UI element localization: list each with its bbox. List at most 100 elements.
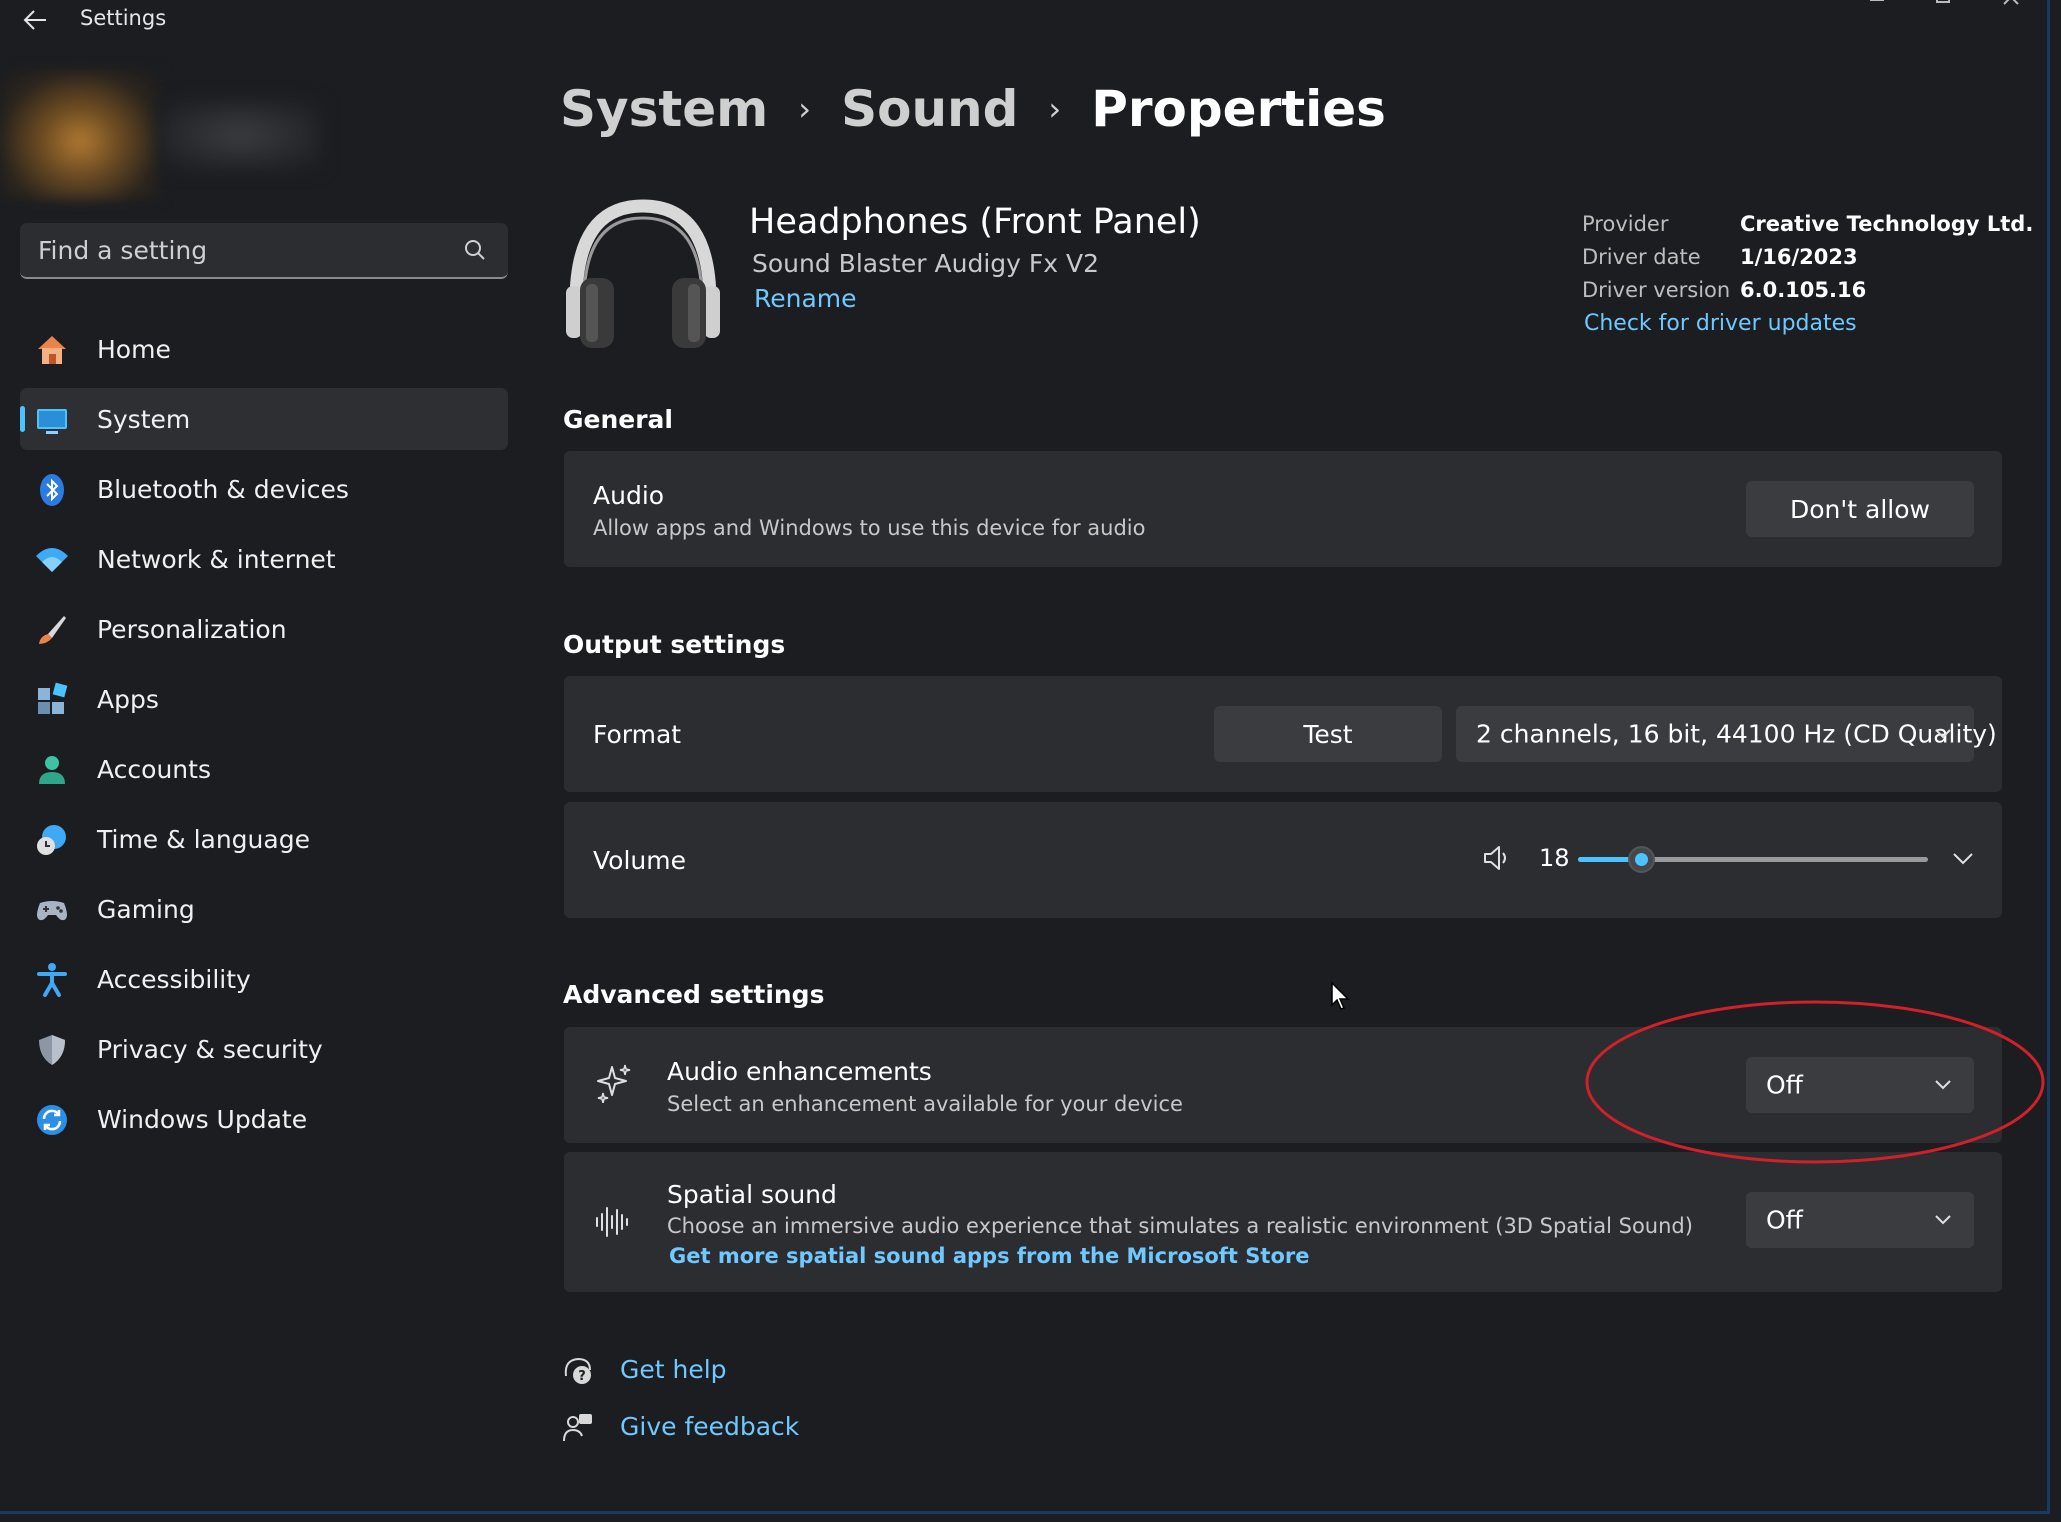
search-box[interactable]: [20, 223, 508, 279]
annotation-ellipse: [1585, 1000, 2045, 1164]
title-bar: Settings: [0, 0, 2047, 40]
volume-slider-thumb[interactable]: [1628, 846, 1655, 873]
clock-globe-icon: [37, 825, 66, 855]
audio-enhancements-title: Audio enhancements: [667, 1057, 932, 1086]
sidebar-item-label: Time & language: [97, 824, 310, 854]
driver-date-label: Driver date: [1582, 245, 1701, 269]
sidebar-item-bluetooth[interactable]: Bluetooth & devices: [20, 458, 508, 520]
driver-version-label: Driver version: [1582, 278, 1731, 302]
sidebar-item-label: Windows Update: [97, 1104, 308, 1134]
sidebar-item-apps[interactable]: Apps: [20, 668, 508, 730]
mouse-cursor-icon: [1331, 981, 1350, 1010]
give-feedback-link[interactable]: Give feedback: [620, 1412, 799, 1441]
sidebar-item-personalization[interactable]: Personalization: [20, 598, 508, 660]
chevron-down-icon: [1935, 729, 1951, 739]
advanced-settings-heading: Advanced settings: [563, 980, 825, 1009]
headphones-icon: [566, 199, 720, 348]
provider-value: Creative Technology Ltd.: [1740, 212, 2034, 236]
check-driver-updates-link[interactable]: Check for driver updates: [1584, 311, 1857, 336]
volume-slider[interactable]: [1578, 846, 1928, 873]
device-name: Headphones (Front Panel): [749, 202, 1201, 242]
bluetooth-icon: [40, 474, 64, 506]
sidebar-item-privacy[interactable]: Privacy & security: [20, 1018, 508, 1080]
home-icon: [38, 336, 66, 364]
audio-enhancements-description: Select an enhancement available for your…: [667, 1092, 1183, 1116]
audio-description: Allow apps and Windows to use this devic…: [593, 516, 1146, 540]
search-input[interactable]: [38, 223, 438, 277]
maximize-icon[interactable]: [1928, 0, 1958, 14]
sidebar-item-accessibility[interactable]: Accessibility: [20, 948, 508, 1010]
format-label: Format: [593, 720, 682, 749]
output-settings-heading: Output settings: [563, 630, 786, 659]
give-feedback-icon: [563, 1414, 592, 1442]
driver-date-value: 1/16/2023: [1740, 245, 1858, 269]
format-card: Format Test 2 channels, 16 bit, 44100 Hz…: [564, 676, 2002, 792]
sidebar-item-home[interactable]: Home: [20, 318, 508, 380]
get-help-icon: ?: [564, 1357, 591, 1384]
breadcrumb-sound[interactable]: Sound: [841, 80, 1018, 138]
sidebar-item-label: Network & internet: [97, 544, 336, 574]
spatial-sound-title: Spatial sound: [667, 1180, 837, 1209]
test-button[interactable]: Test: [1214, 706, 1442, 762]
driver-version-value: 6.0.105.16: [1740, 278, 1867, 302]
update-icon: [37, 1105, 67, 1135]
dont-allow-button[interactable]: Don't allow: [1746, 481, 1974, 537]
spatial-sound-dropdown[interactable]: Off: [1746, 1192, 1974, 1248]
microsoft-store-link[interactable]: Get more spatial sound apps from the Mic…: [669, 1244, 1309, 1268]
sidebar-nav: Home System Bluetooth & devices Network …: [20, 318, 508, 1158]
window-title: Settings: [80, 6, 167, 30]
settings-window: Settings Home: [0, 0, 2050, 1514]
page-title: Properties: [1091, 80, 1386, 138]
device-subtitle: Sound Blaster Audigy Fx V2: [752, 249, 1100, 278]
spatial-sound-description: Choose an immersive audio experience tha…: [667, 1214, 1693, 1238]
volume-expand-chevron-icon[interactable]: [1952, 852, 1974, 866]
sidebar-item-label: System: [97, 404, 191, 434]
breadcrumb-system[interactable]: System: [560, 80, 768, 138]
breadcrumb: System › Sound › Properties: [560, 76, 1386, 142]
sidebar-item-label: Gaming: [97, 894, 195, 924]
sidebar-item-label: Bluetooth & devices: [97, 474, 349, 504]
volume-label: Volume: [593, 846, 686, 875]
sidebar-item-gaming[interactable]: Gaming: [20, 878, 508, 940]
spatial-sound-value: Off: [1766, 1205, 1803, 1235]
wifi-icon: [36, 548, 68, 572]
minimize-icon[interactable]: [1862, 0, 1892, 14]
back-arrow-icon[interactable]: [18, 4, 52, 36]
sidebar-item-accounts[interactable]: Accounts: [20, 738, 508, 800]
volume-value: 18: [1539, 844, 1570, 872]
format-dropdown-value: 2 channels, 16 bit, 44100 Hz (CD Quality…: [1476, 719, 1997, 749]
apps-icon: [38, 682, 68, 714]
get-help-link[interactable]: Get help: [620, 1355, 727, 1384]
sidebar-item-label: Accounts: [97, 754, 211, 784]
user-profile[interactable]: [0, 70, 340, 200]
avatar: [0, 70, 160, 200]
sidebar-item-label: Personalization: [97, 614, 287, 644]
sidebar-item-system[interactable]: System: [20, 388, 508, 450]
general-heading: General: [563, 405, 673, 434]
breadcrumb-separator: ›: [798, 90, 812, 128]
close-icon[interactable]: [1996, 0, 2026, 14]
sidebar-item-label: Apps: [97, 684, 159, 714]
sidebar-item-label: Home: [97, 334, 171, 364]
sound-wave-icon: [596, 1207, 628, 1237]
audio-title: Audio: [593, 481, 665, 510]
provider-label: Provider: [1582, 212, 1669, 236]
sidebar-item-network[interactable]: Network & internet: [20, 528, 508, 590]
audio-card: Audio Allow apps and Windows to use this…: [564, 451, 2002, 567]
spatial-sound-card: Spatial sound Choose an immersive audio …: [564, 1152, 2002, 1292]
breadcrumb-separator: ›: [1048, 90, 1062, 128]
sidebar-item-label: Accessibility: [97, 964, 251, 994]
sidebar-item-label: Privacy & security: [97, 1034, 323, 1064]
chevron-down-icon: [1935, 1215, 1951, 1225]
sparkle-icon: [597, 1064, 631, 1103]
sidebar-item-time-language[interactable]: Time & language: [20, 808, 508, 870]
shield-icon: [39, 1035, 65, 1065]
brush-icon: [39, 616, 66, 644]
rename-link[interactable]: Rename: [754, 284, 857, 313]
search-icon[interactable]: [462, 237, 488, 263]
accounts-icon: [39, 756, 65, 784]
svg-text:?: ?: [578, 1369, 586, 1384]
format-dropdown[interactable]: 2 channels, 16 bit, 44100 Hz (CD Quality…: [1456, 706, 1997, 762]
speaker-icon[interactable]: [1482, 844, 1510, 872]
sidebar-item-windows-update[interactable]: Windows Update: [20, 1088, 508, 1150]
